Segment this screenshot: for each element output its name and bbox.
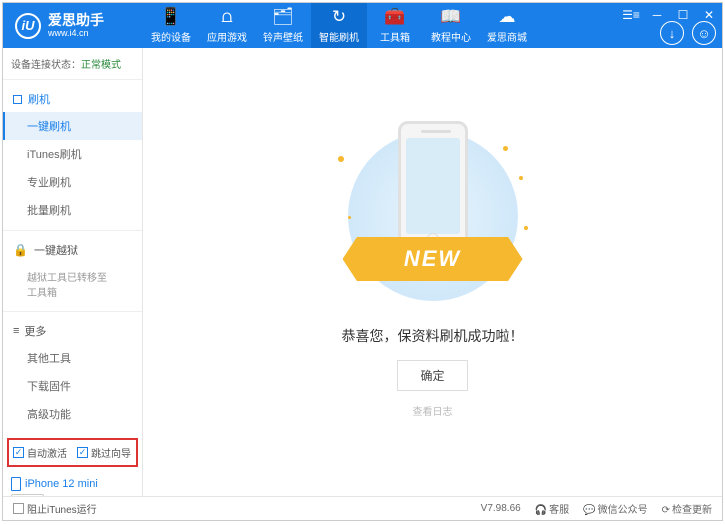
footer-service[interactable]: 🎧客服 bbox=[535, 501, 569, 516]
sidebar: 设备连接状态：正常模式 刷机 一键刷机 iTunes刷机 专业刷机 批量刷机 🔒… bbox=[3, 48, 143, 496]
device-status: 设备连接状态：正常模式 bbox=[3, 48, 142, 80]
sidebar-item-other-tools[interactable]: 其他工具 bbox=[3, 344, 142, 372]
sidebar-item-download-fw[interactable]: 下载固件 bbox=[3, 372, 142, 400]
download-icon[interactable]: ↓ bbox=[660, 21, 684, 45]
nav-label: 铃声壁纸 bbox=[263, 29, 303, 44]
sidebar-item-batch-flash[interactable]: 批量刷机 bbox=[3, 196, 142, 224]
sidebar-head-flash[interactable]: 刷机 bbox=[3, 86, 142, 112]
status-label: 设备连接状态： bbox=[11, 60, 81, 71]
app-url: www.i4.cn bbox=[48, 29, 104, 38]
sidebar-item-itunes-flash[interactable]: iTunes刷机 bbox=[3, 140, 142, 168]
nav-icon: ↻ bbox=[332, 7, 346, 27]
nav-label: 我的设备 bbox=[151, 29, 191, 44]
app-logo: iU 爱思助手 www.i4.cn bbox=[3, 13, 143, 39]
nav-label: 爱思商城 bbox=[487, 29, 527, 44]
new-ribbon: NEW bbox=[343, 237, 523, 281]
nav-icon: 🧰 bbox=[384, 7, 405, 27]
nav-item-1[interactable]: ⩍ 应用游戏 bbox=[199, 3, 255, 48]
checkbox-auto-activate[interactable]: ✓自动激活 bbox=[13, 445, 67, 460]
footer-update[interactable]: ⟳检查更新 bbox=[662, 501, 712, 516]
footer-wechat[interactable]: 💬微信公众号 bbox=[583, 501, 647, 516]
status-value: 正常模式 bbox=[81, 60, 121, 71]
nav-label: 教程中心 bbox=[431, 29, 471, 44]
nav-item-0[interactable]: 📱 我的设备 bbox=[143, 3, 199, 48]
nav-item-5[interactable]: 📖 教程中心 bbox=[423, 3, 479, 48]
nav-icon: 📱 bbox=[160, 7, 181, 27]
nav-label: 智能刷机 bbox=[319, 29, 359, 44]
nav-icon: 📖 bbox=[440, 7, 461, 27]
main-nav: 📱 我的设备 ⩍ 应用游戏 🗂 铃声壁纸 ↻ 智能刷机 🧰 工具箱 📖 教程中心 ☁ 爱思商城 bbox=[143, 3, 535, 48]
nav-label: 应用游戏 bbox=[207, 29, 247, 44]
device-name[interactable]: iPhone 12 mini bbox=[11, 477, 134, 491]
sidebar-item-advanced[interactable]: 高级功能 bbox=[3, 400, 142, 428]
nav-item-3[interactable]: ↻ 智能刷机 bbox=[311, 3, 367, 48]
view-log-link[interactable]: 查看日志 bbox=[413, 403, 453, 418]
success-illustration: NEW bbox=[323, 126, 543, 316]
nav-label: 工具箱 bbox=[380, 29, 410, 44]
nav-icon: 🗂 bbox=[272, 7, 294, 27]
user-icon[interactable]: ☺ bbox=[692, 21, 716, 45]
nav-icon: ⩍ bbox=[221, 7, 232, 27]
nav-item-2[interactable]: 🗂 铃声壁纸 bbox=[255, 3, 311, 48]
sidebar-item-oneclick-flash[interactable]: 一键刷机 bbox=[3, 112, 142, 140]
ok-button[interactable]: 确定 bbox=[397, 360, 467, 391]
refresh-icon: ⟳ bbox=[662, 505, 670, 516]
app-header: iU 爱思助手 www.i4.cn 📱 我的设备 ⩍ 应用游戏 🗂 铃声壁纸 ↻ 智能刷机 🧰 工… bbox=[3, 3, 722, 48]
device-info: iPhone 12 mini 64GB Down-12mini-13,1 bbox=[3, 471, 142, 496]
settings-icon[interactable]: ☰≡ bbox=[618, 3, 644, 27]
sidebar-item-pro-flash[interactable]: 专业刷机 bbox=[3, 168, 142, 196]
checkbox-highlight: ✓自动激活 ✓跳过向导 bbox=[7, 438, 138, 467]
nav-item-4[interactable]: 🧰 工具箱 bbox=[367, 3, 423, 48]
nav-item-6[interactable]: ☁ 爱思商城 bbox=[479, 3, 535, 48]
checkbox-block-itunes[interactable]: 阻止iTunes运行 bbox=[13, 501, 97, 516]
headset-icon: 🎧 bbox=[535, 505, 547, 516]
logo-icon: iU bbox=[15, 13, 41, 39]
wechat-icon: 💬 bbox=[583, 505, 595, 516]
sidebar-head-jailbreak[interactable]: 🔒一键越狱 bbox=[3, 237, 142, 263]
success-message: 恭喜您，保资料刷机成功啦！ bbox=[342, 326, 524, 346]
app-title: 爱思助手 bbox=[48, 13, 104, 27]
main-content: NEW 恭喜您，保资料刷机成功啦！ 确定 查看日志 bbox=[143, 48, 722, 496]
checkbox-skip-guide[interactable]: ✓跳过向导 bbox=[77, 445, 131, 460]
nav-icon: ☁ bbox=[499, 7, 516, 27]
lock-icon: 🔒 bbox=[13, 243, 28, 257]
footer: 阻止iTunes运行 V7.98.66 🎧客服 💬微信公众号 ⟳检查更新 bbox=[3, 496, 722, 520]
jailbreak-note: 越狱工具已转移至 工具箱 bbox=[3, 263, 142, 305]
version-label: V7.98.66 bbox=[481, 503, 521, 514]
hamburger-icon: ≡ bbox=[13, 325, 18, 337]
sidebar-head-more[interactable]: ≡更多 bbox=[3, 318, 142, 344]
